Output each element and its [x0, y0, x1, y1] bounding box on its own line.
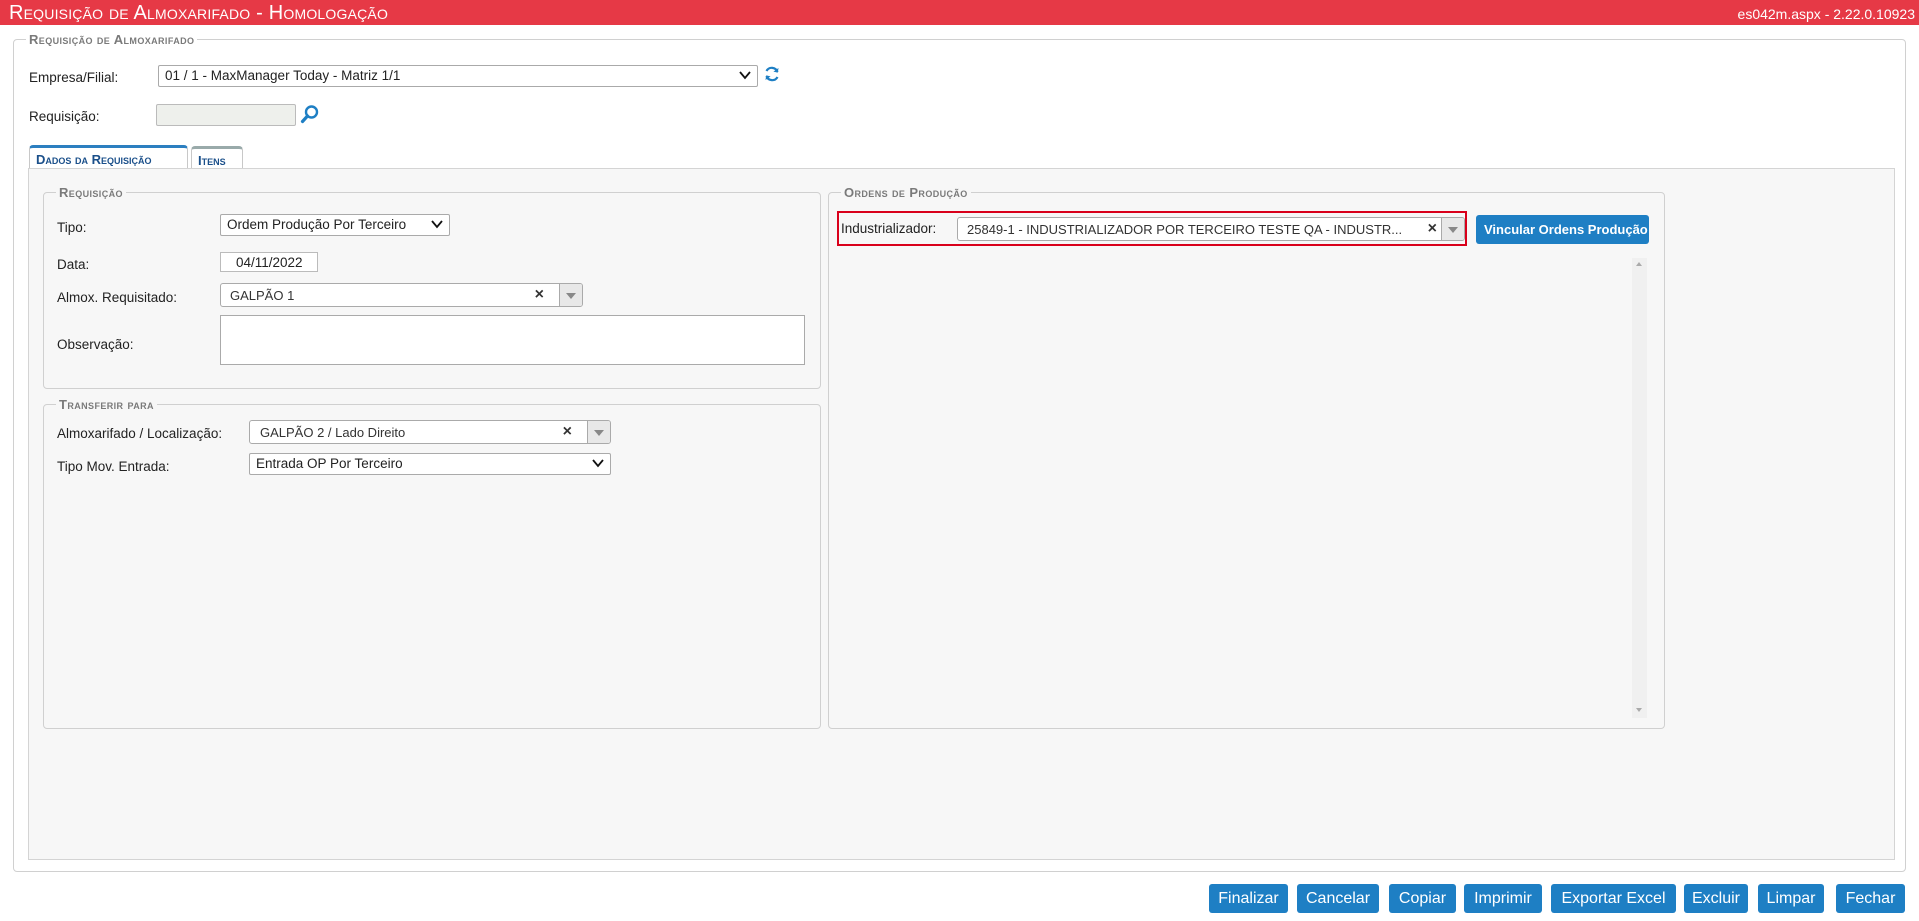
clear-icon[interactable]: ×: [535, 286, 544, 304]
scroll-down-icon[interactable]: [1636, 708, 1642, 712]
clear-icon[interactable]: ×: [563, 423, 572, 441]
clear-icon[interactable]: ×: [1425, 220, 1437, 238]
empresa-value: 01 / 1 - MaxManager Today - Matriz 1/1: [165, 68, 401, 83]
observacao-textarea[interactable]: [220, 315, 805, 365]
data-label: Data:: [57, 257, 90, 272]
refresh-icon[interactable]: [763, 65, 781, 83]
version-label: es042m.aspx - 2.22.0.10923: [1737, 6, 1915, 22]
almox-requisitado-combo[interactable]: GALPÃO 1 ×: [220, 283, 583, 307]
window-title: Requisição de Almoxarifado - Homologação: [9, 2, 389, 24]
ordens-producao-legend: Ordens de Produção: [844, 185, 968, 200]
dropdown-arrow-icon[interactable]: [1441, 218, 1464, 240]
tab-dados-requisicao[interactable]: Dados da Requisição: [29, 145, 188, 169]
fechar-button[interactable]: Fechar: [1836, 884, 1905, 913]
almox-requisitado-label: Almox. Requisitado:: [57, 290, 178, 305]
vincular-ordens-producao-button[interactable]: Vincular Ordens Produção: [1476, 215, 1649, 244]
requisicao-label: Requisição:: [29, 109, 100, 124]
industrializador-label: Industrializador:: [841, 221, 937, 236]
ordens-producao-fieldset: Ordens de Produção: [828, 185, 1665, 729]
empresa-label: Empresa/Filial:: [29, 70, 119, 85]
tipo-label: Tipo:: [57, 220, 87, 235]
requisicao-legend: Requisição: [59, 185, 123, 200]
exportar-excel-button[interactable]: Exportar Excel: [1551, 884, 1676, 913]
tipo-mov-entrada-value: Entrada OP Por Terceiro: [256, 456, 403, 471]
title-bar: Requisição de Almoxarifado - Homologação…: [0, 0, 1919, 25]
chevron-down-icon: [739, 71, 751, 80]
industrializador-value: 25849-1 - INDUSTRIALIZADOR POR TERCEIRO …: [967, 222, 1403, 237]
industrializador-combo[interactable]: 25849-1 - INDUSTRIALIZADOR POR TERCEIRO …: [957, 217, 1465, 241]
excluir-button[interactable]: Excluir: [1684, 884, 1748, 913]
dropdown-arrow-icon[interactable]: [587, 421, 610, 443]
chevron-down-icon: [592, 459, 604, 468]
tipo-value: Ordem Produção Por Terceiro: [227, 217, 407, 232]
tab-itens[interactable]: Itens: [191, 146, 243, 170]
almox-localizacao-label: Almoxarifado / Localização:: [57, 426, 223, 441]
limpar-button[interactable]: Limpar: [1758, 884, 1824, 913]
empresa-select[interactable]: 01 / 1 - MaxManager Today - Matriz 1/1: [158, 65, 758, 87]
tipo-mov-entrada-select[interactable]: Entrada OP Por Terceiro: [249, 453, 611, 475]
section-legend: Requisição de Almoxarifado: [29, 32, 195, 47]
almox-requisitado-value: GALPÃO 1: [230, 288, 295, 303]
finalizar-button[interactable]: Finalizar: [1209, 884, 1288, 913]
observacao-label: Observação:: [57, 337, 134, 352]
cancelar-button[interactable]: Cancelar: [1297, 884, 1379, 913]
scroll-up-icon[interactable]: [1636, 262, 1642, 266]
transferir-fieldset: Transferir para: [43, 397, 821, 729]
almox-localizacao-value: GALPÃO 2 / Lado Direito: [260, 425, 406, 440]
data-input[interactable]: 04/11/2022: [220, 252, 318, 272]
copiar-button[interactable]: Copiar: [1389, 884, 1456, 913]
tipo-select[interactable]: Ordem Produção Por Terceiro: [220, 214, 450, 236]
tipo-mov-entrada-label: Tipo Mov. Entrada:: [57, 459, 170, 474]
transferir-legend: Transferir para: [59, 397, 154, 412]
dropdown-arrow-icon[interactable]: [559, 284, 582, 306]
imprimir-button[interactable]: Imprimir: [1464, 884, 1542, 913]
chevron-down-icon: [431, 220, 443, 229]
requisicao-input[interactable]: [156, 104, 296, 126]
scrollbar[interactable]: [1632, 258, 1647, 718]
search-icon[interactable]: [300, 104, 320, 124]
almox-localizacao-combo[interactable]: GALPÃO 2 / Lado Direito ×: [249, 420, 611, 444]
